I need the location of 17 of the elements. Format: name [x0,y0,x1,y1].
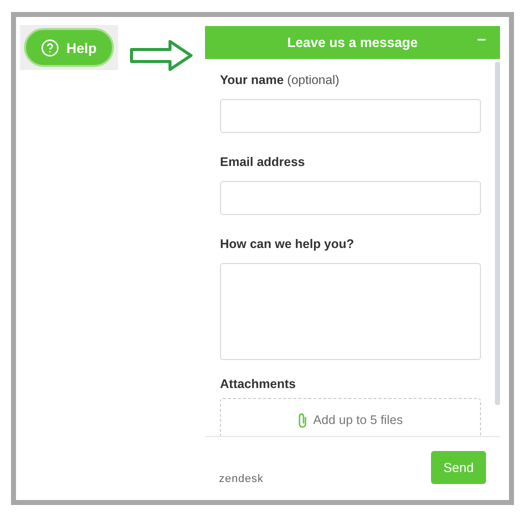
field-label: Email address [220,155,306,169]
attachment-dropzone[interactable]: Add up to 5 files [220,398,481,436]
attachments-label: Attachments [220,377,297,391]
minimize-button[interactable]: – [477,31,486,49]
question-icon [41,38,60,56]
input-field[interactable] [220,99,481,133]
send-button[interactable]: Send [431,451,486,484]
help-button[interactable]: Help [24,28,114,67]
widget-title: Leave us a message [287,35,418,50]
paperclip-icon [298,412,308,428]
scrollbar[interactable] [495,62,500,405]
message-field[interactable] [220,263,481,360]
field-label: How can we help you? [220,237,356,251]
field-label: Your name (optional) [220,73,340,87]
arrow-icon [130,40,193,71]
input-field[interactable] [220,181,481,215]
brand-name: zendesk [219,473,264,485]
